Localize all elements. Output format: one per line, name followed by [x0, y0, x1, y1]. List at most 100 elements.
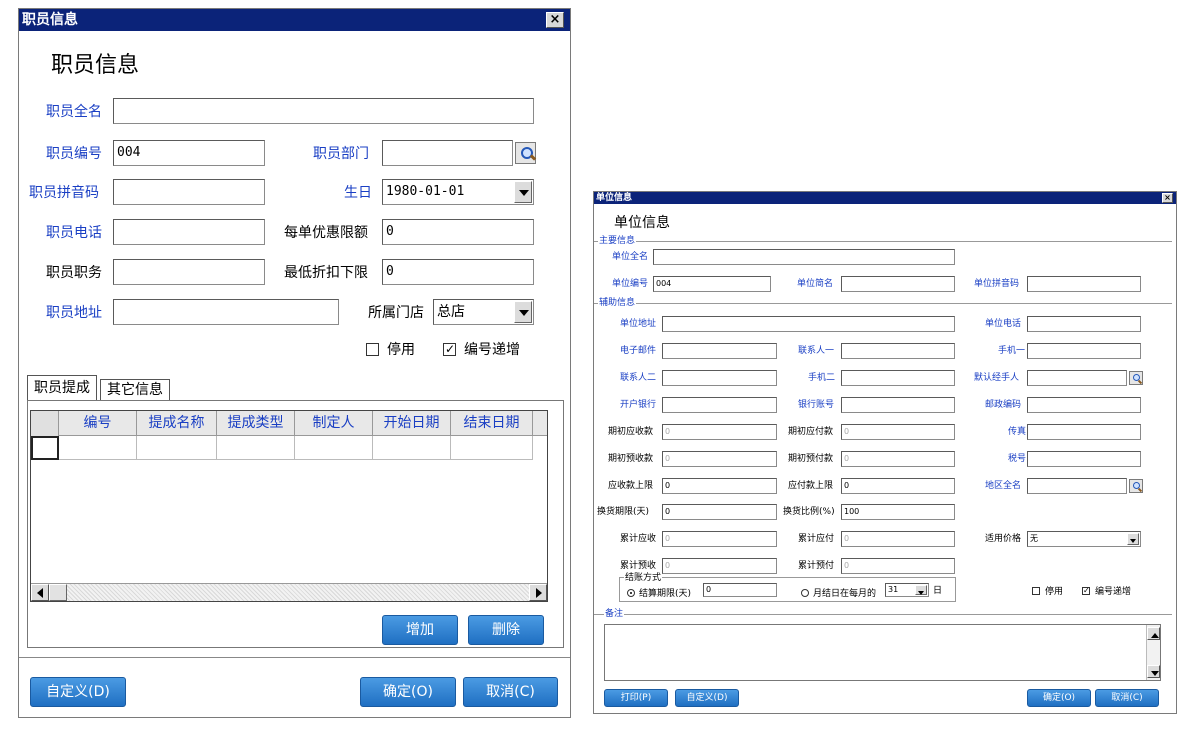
- pinyin-input[interactable]: [113, 179, 265, 205]
- short-name-input[interactable]: [841, 276, 955, 292]
- unit-pinyin-input[interactable]: [1027, 276, 1141, 292]
- birthday-select[interactable]: 1980-01-01: [382, 179, 534, 205]
- unit-full-name-input[interactable]: [653, 249, 955, 265]
- chevron-down-icon[interactable]: [514, 301, 532, 323]
- exchange-ratio-input[interactable]: 100: [841, 504, 955, 520]
- print-button[interactable]: 打印(P): [604, 689, 668, 707]
- col-header[interactable]: 提成名称: [137, 411, 217, 436]
- ok-button[interactable]: 确定(O): [360, 677, 456, 707]
- tax-no-input[interactable]: [1027, 451, 1141, 467]
- settle-monthly-radio[interactable]: 月结日在每月的: [801, 586, 876, 599]
- auto-increment-checkbox[interactable]: 编号递增: [1082, 584, 1131, 597]
- exchange-days-input[interactable]: 0: [662, 504, 777, 520]
- settle-days-radio[interactable]: 结算期限(天): [627, 586, 691, 599]
- disabled-label: 停用: [387, 342, 415, 358]
- radio-dot[interactable]: [801, 588, 809, 597]
- custom-button[interactable]: 自定义(D): [675, 689, 739, 707]
- monthly-day-select[interactable]: 31: [885, 583, 929, 597]
- commission-grid[interactable]: 编号 提成名称 提成类型 制定人 开始日期 结束日期: [30, 410, 548, 602]
- address-input[interactable]: [113, 299, 339, 325]
- search-icon[interactable]: [1129, 479, 1143, 493]
- auto-increment-checkbox[interactable]: 编号递增: [443, 339, 520, 359]
- contact1-input[interactable]: [841, 343, 955, 359]
- col-header[interactable]: 结束日期: [451, 411, 533, 436]
- unit-code-input[interactable]: 004: [653, 276, 771, 292]
- mobile2-input[interactable]: [841, 370, 955, 386]
- scroll-up-icon[interactable]: [1147, 627, 1160, 640]
- init-advance-pay-input[interactable]: 0: [841, 451, 955, 467]
- init-advance-recv-input[interactable]: 0: [662, 451, 777, 467]
- close-icon[interactable]: ×: [546, 12, 564, 28]
- price-select[interactable]: 无: [1027, 531, 1141, 547]
- checkbox-box[interactable]: [443, 342, 456, 356]
- grid-cell[interactable]: [217, 436, 295, 460]
- col-header[interactable]: 制定人: [295, 411, 373, 436]
- col-header[interactable]: 开始日期: [373, 411, 451, 436]
- scroll-left-icon[interactable]: [31, 584, 49, 601]
- recv-limit-input[interactable]: 0: [662, 478, 777, 494]
- auto-increment-label: 编号递增: [464, 342, 520, 358]
- store-select[interactable]: 总店: [433, 299, 534, 325]
- contact2-input[interactable]: [662, 370, 777, 386]
- grid-cell[interactable]: [59, 436, 137, 460]
- code-input[interactable]: 004: [113, 140, 265, 166]
- phone-input[interactable]: [113, 219, 265, 245]
- min-discount-input[interactable]: 0: [382, 259, 534, 285]
- postcode-input[interactable]: [1027, 397, 1141, 413]
- grid-cell[interactable]: [373, 436, 451, 460]
- col-header[interactable]: 编号: [59, 411, 137, 436]
- disabled-checkbox[interactable]: 停用: [1032, 584, 1063, 597]
- col-header[interactable]: 提成类型: [217, 411, 295, 436]
- chevron-down-icon[interactable]: [915, 585, 927, 595]
- unit-phone-input[interactable]: [1027, 316, 1141, 332]
- cancel-button[interactable]: 取消(C): [1095, 689, 1159, 707]
- position-input[interactable]: [113, 259, 265, 285]
- settle-days-input[interactable]: 0: [703, 583, 777, 597]
- vertical-scrollbar[interactable]: [1146, 625, 1160, 680]
- custom-button[interactable]: 自定义(D): [30, 677, 126, 707]
- row-indicator[interactable]: [31, 436, 59, 460]
- fax-input[interactable]: [1027, 424, 1141, 440]
- chevron-down-icon[interactable]: [514, 181, 532, 203]
- search-icon[interactable]: [515, 142, 536, 164]
- checkbox-box[interactable]: [366, 342, 379, 356]
- total-adv-pay-input[interactable]: 0: [841, 558, 955, 574]
- unit-address-input[interactable]: [662, 316, 955, 332]
- default-handler-input[interactable]: [1027, 370, 1127, 386]
- grid-cell[interactable]: [295, 436, 373, 460]
- region-input[interactable]: [1027, 478, 1127, 494]
- chevron-down-icon[interactable]: [1127, 533, 1139, 545]
- scroll-thumb[interactable]: [49, 584, 67, 601]
- checkbox-box[interactable]: [1082, 586, 1090, 595]
- discount-limit-input[interactable]: 0: [382, 219, 534, 245]
- pay-limit-input[interactable]: 0: [841, 478, 955, 494]
- close-icon[interactable]: ×: [1162, 193, 1173, 203]
- init-receivable-input[interactable]: 0: [662, 424, 777, 440]
- grid-cell[interactable]: [137, 436, 217, 460]
- email-input[interactable]: [662, 343, 777, 359]
- total-adv-recv-input[interactable]: 0: [662, 558, 777, 574]
- memo-textarea[interactable]: [604, 624, 1161, 681]
- init-payable-input[interactable]: 0: [841, 424, 955, 440]
- horizontal-scrollbar[interactable]: [31, 583, 547, 601]
- scroll-right-icon[interactable]: [529, 584, 547, 601]
- grid-cell[interactable]: [451, 436, 533, 460]
- add-button[interactable]: 增加: [382, 615, 458, 645]
- checkbox-box[interactable]: [1032, 586, 1040, 595]
- search-icon[interactable]: [1129, 371, 1143, 385]
- delete-button[interactable]: 删除: [468, 615, 544, 645]
- tab-commission[interactable]: 职员提成: [27, 375, 97, 401]
- total-pay-input[interactable]: 0: [841, 531, 955, 547]
- radio-dot[interactable]: [627, 588, 635, 597]
- full-name-input[interactable]: [113, 98, 534, 124]
- dept-input[interactable]: [382, 140, 513, 166]
- ok-button[interactable]: 确定(O): [1027, 689, 1091, 707]
- tab-other-info[interactable]: 其它信息: [100, 379, 170, 401]
- disabled-checkbox[interactable]: 停用: [366, 339, 415, 359]
- scroll-down-icon[interactable]: [1147, 665, 1160, 678]
- cancel-button[interactable]: 取消(C): [463, 677, 558, 707]
- bank-input[interactable]: [662, 397, 777, 413]
- total-recv-input[interactable]: 0: [662, 531, 777, 547]
- bank-account-input[interactable]: [841, 397, 955, 413]
- mobile1-input[interactable]: [1027, 343, 1141, 359]
